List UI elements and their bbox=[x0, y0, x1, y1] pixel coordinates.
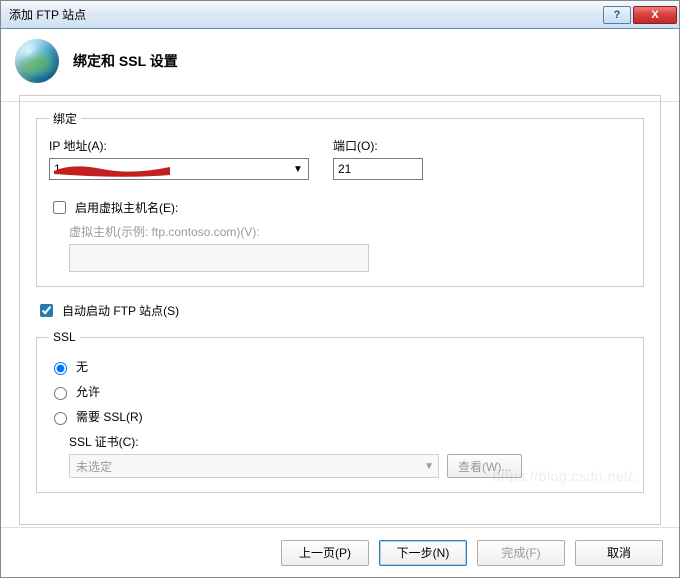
ssl-none-radio[interactable] bbox=[54, 362, 67, 375]
vhost-input bbox=[69, 244, 369, 272]
content-panel: 绑定 IP 地址(A): ▼ 端口(O): 启用虚拟主机名(E): bbox=[19, 95, 661, 525]
vhost-checkbox-label: 启用虚拟主机名(E): bbox=[75, 199, 178, 216]
chevron-down-icon[interactable]: ▼ bbox=[289, 160, 307, 178]
ip-label: IP 地址(A): bbox=[49, 137, 309, 154]
ssl-allow-label: 允许 bbox=[76, 383, 100, 400]
titlebar-buttons: ? X bbox=[603, 6, 677, 24]
prev-button[interactable]: 上一页(P) bbox=[281, 540, 369, 566]
ssl-none-label: 无 bbox=[76, 358, 88, 375]
close-button[interactable]: X bbox=[633, 6, 677, 24]
dialog-window: 添加 FTP 站点 ? X 绑定和 SSL 设置 绑定 IP 地址(A): ▼ bbox=[0, 0, 680, 578]
cert-select: 未选定 ▼ bbox=[69, 454, 439, 478]
window-title: 添加 FTP 站点 bbox=[9, 6, 603, 23]
ssl-require-radio[interactable] bbox=[54, 412, 67, 425]
chevron-down-icon: ▼ bbox=[424, 461, 434, 472]
port-input[interactable] bbox=[333, 158, 423, 180]
titlebar: 添加 FTP 站点 ? X bbox=[1, 1, 679, 29]
ssl-allow-radio[interactable] bbox=[54, 387, 67, 400]
binding-legend: 绑定 bbox=[49, 110, 81, 127]
vhost-checkbox[interactable] bbox=[53, 201, 66, 214]
wizard-footer: 上一页(P) 下一步(N) 完成(F) 取消 bbox=[1, 527, 679, 577]
cert-label: SSL 证书(C): bbox=[69, 433, 631, 450]
binding-group: 绑定 IP 地址(A): ▼ 端口(O): 启用虚拟主机名(E): bbox=[36, 110, 644, 287]
port-label: 端口(O): bbox=[333, 137, 423, 154]
next-button[interactable]: 下一步(N) bbox=[379, 540, 467, 566]
ssl-require-label: 需要 SSL(R) bbox=[76, 408, 143, 425]
globe-icon bbox=[15, 39, 59, 83]
ip-combobox[interactable]: ▼ bbox=[49, 158, 309, 180]
autostart-label: 自动启动 FTP 站点(S) bbox=[62, 302, 179, 319]
cancel-button[interactable]: 取消 bbox=[575, 540, 663, 566]
cert-value: 未选定 bbox=[76, 458, 112, 475]
help-button[interactable]: ? bbox=[603, 6, 631, 24]
ip-input[interactable] bbox=[49, 158, 309, 180]
vhost-example-label: 虚拟主机(示例: ftp.contoso.com)(V): bbox=[69, 223, 631, 240]
page-title: 绑定和 SSL 设置 bbox=[73, 51, 178, 71]
ssl-legend: SSL bbox=[49, 330, 80, 344]
finish-button: 完成(F) bbox=[477, 540, 565, 566]
watermark-text: https://blog.csdn.net/... bbox=[493, 468, 646, 484]
autostart-checkbox[interactable] bbox=[40, 304, 53, 317]
wizard-header: 绑定和 SSL 设置 bbox=[1, 29, 679, 101]
